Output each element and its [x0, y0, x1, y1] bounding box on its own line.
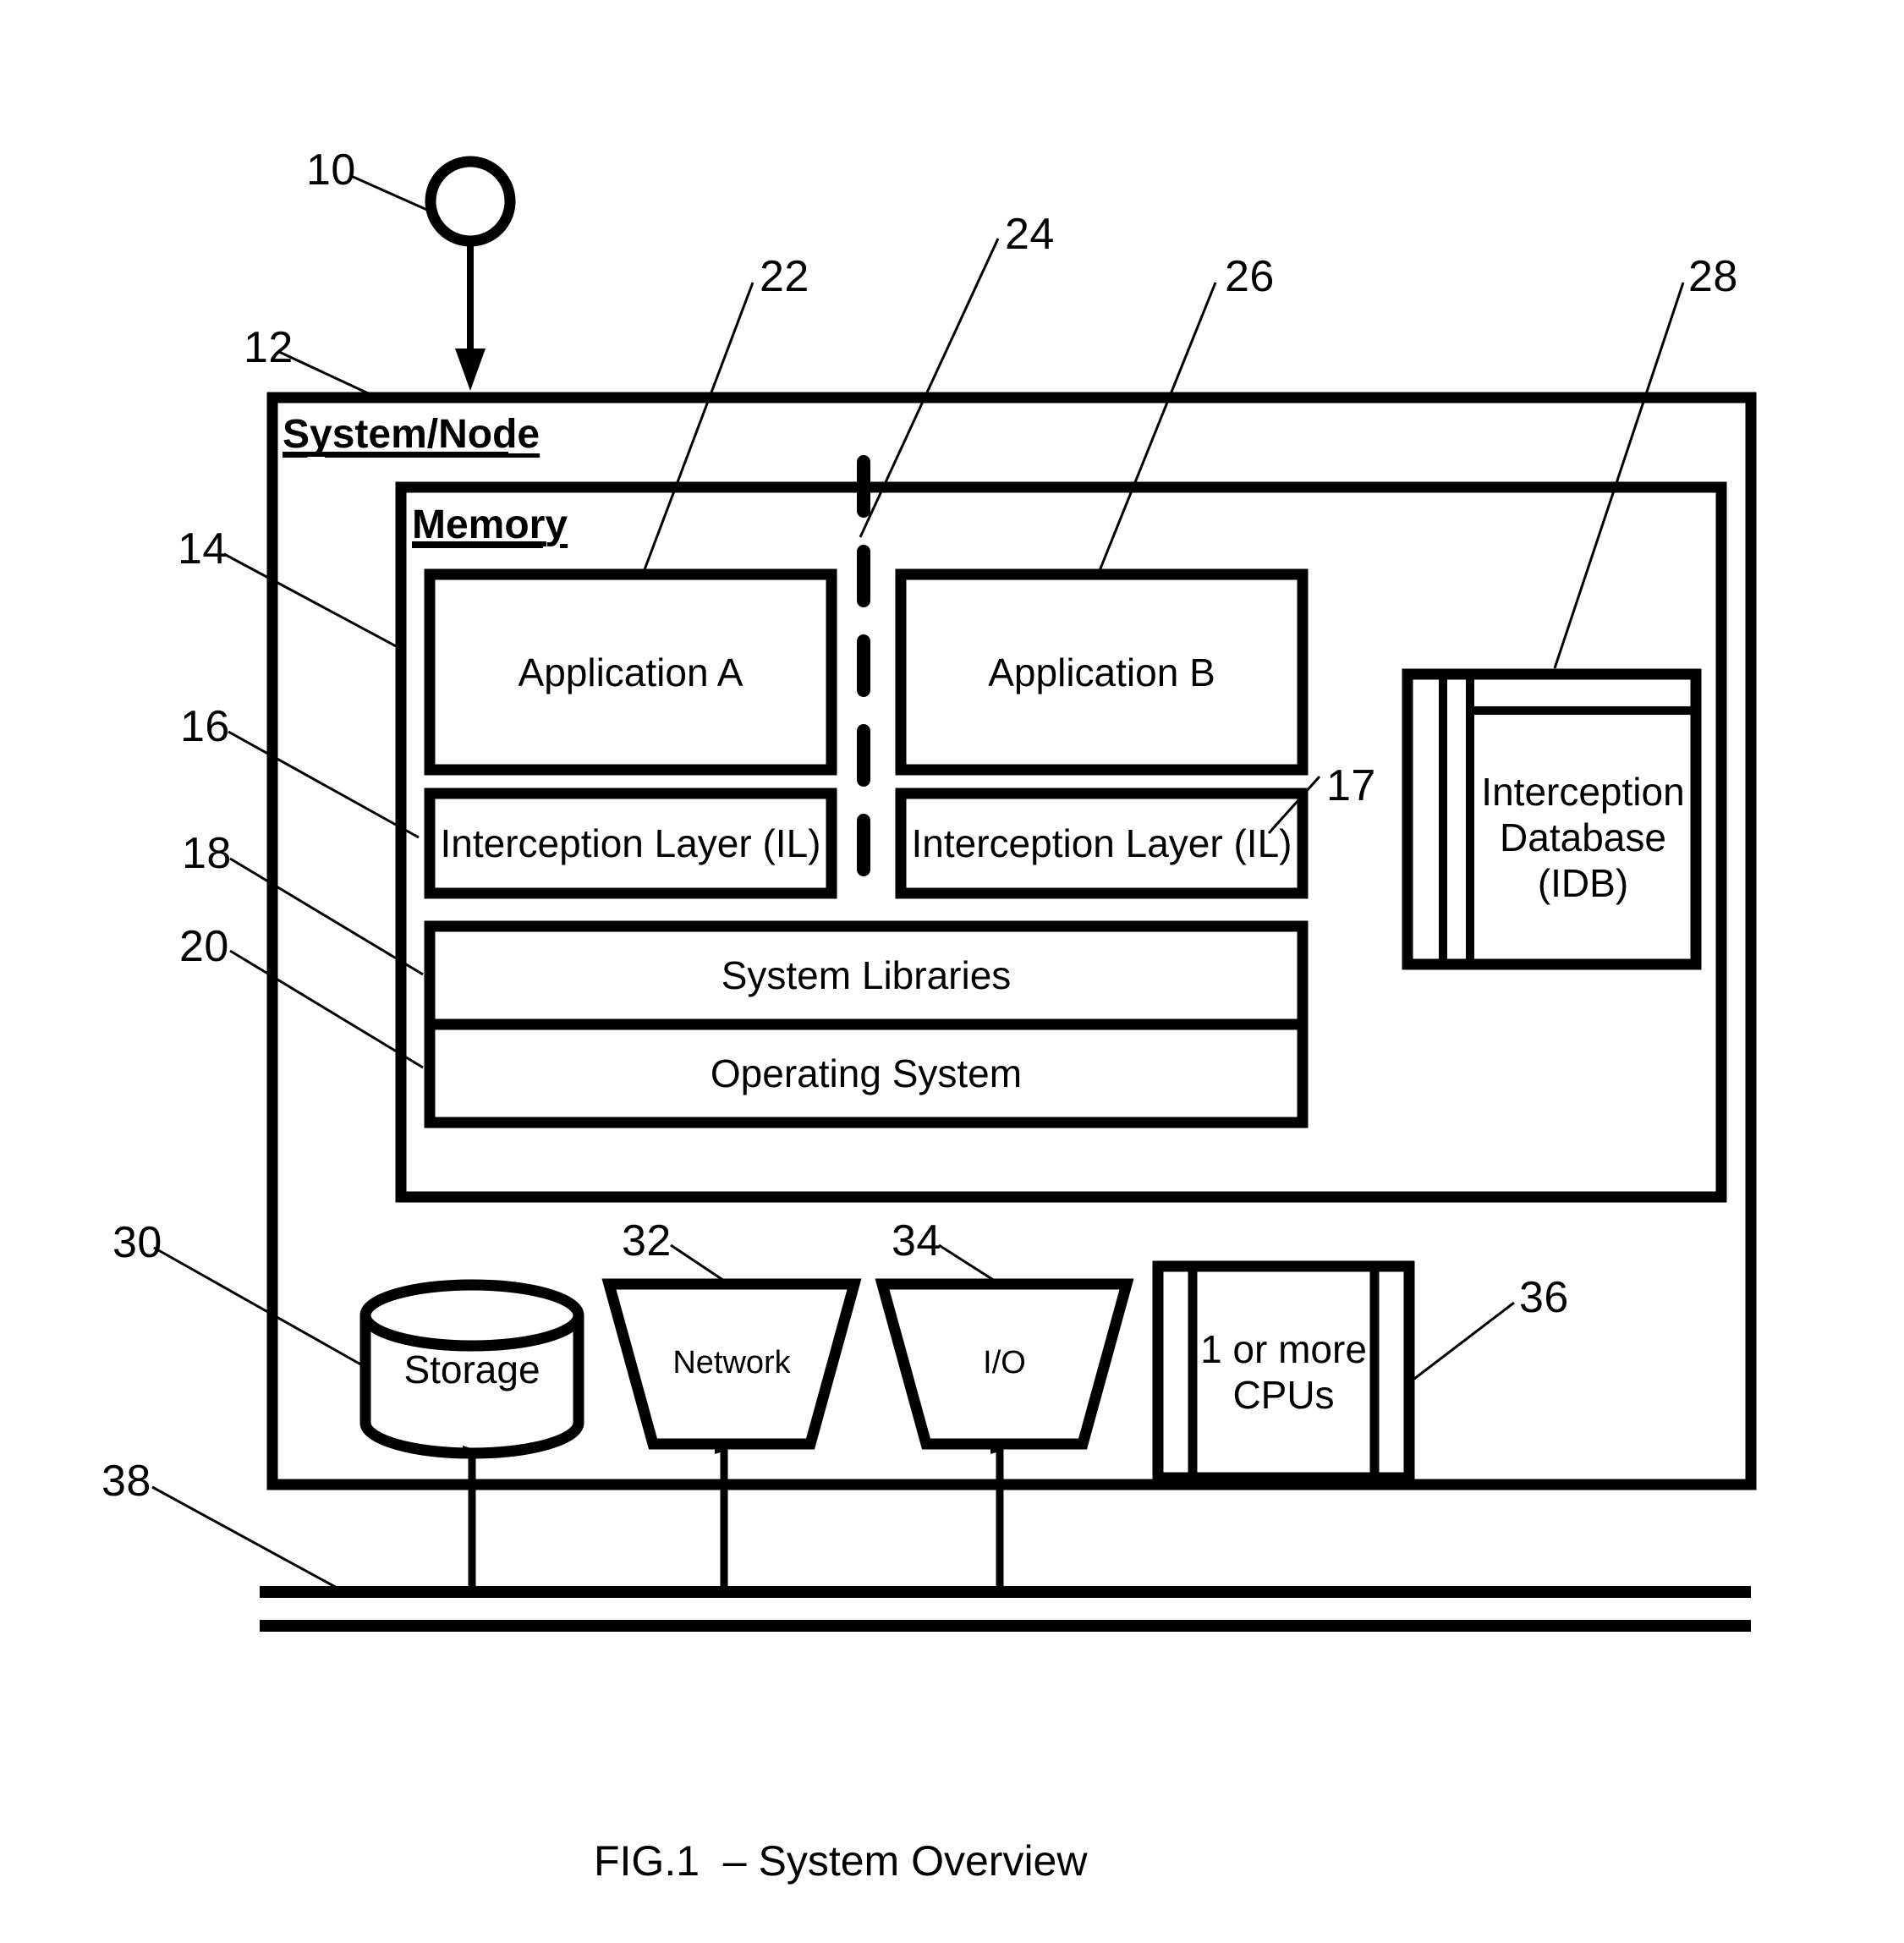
- memory-title: Memory: [412, 502, 568, 547]
- leader-line-32: [670, 1243, 730, 1286]
- leader-line-18: [229, 857, 424, 976]
- ref-number-26: 26: [1225, 252, 1275, 301]
- application-a-label: Application A: [518, 650, 743, 694]
- network-label: Network: [672, 1344, 791, 1380]
- entry-marker-circle: [425, 156, 516, 391]
- ref-number-18: 18: [182, 829, 232, 878]
- ref-number-14: 14: [178, 524, 228, 574]
- ref-number-17: 17: [1326, 761, 1376, 810]
- leader-line-20: [229, 949, 424, 1069]
- leader-line-12: [278, 350, 378, 399]
- ref-number-30: 30: [112, 1218, 162, 1267]
- leader-line-28: [1553, 282, 1685, 669]
- ref-number-16: 16: [180, 702, 230, 751]
- bus-lines: [260, 1586, 1751, 1632]
- interception-database-label: Interception Database (IDB): [1470, 711, 1696, 964]
- leader-line-22: [639, 282, 754, 579]
- ref-number-22: 22: [760, 252, 809, 301]
- leader-line-14: [223, 552, 400, 650]
- idb-label-line-3: (IDB): [1537, 861, 1629, 905]
- ref-number-38: 38: [102, 1457, 151, 1506]
- interception-layer-a-label: Interception Layer (IL): [440, 821, 821, 865]
- ref-number-36: 36: [1519, 1273, 1569, 1322]
- ref-number-12: 12: [244, 323, 294, 372]
- io-label: I/O: [983, 1344, 1026, 1380]
- application-b-label: Application B: [988, 650, 1215, 694]
- figure-root: System/Node Memory Application A Applica…: [0, 0, 1904, 1943]
- idb-label-line-2: Database: [1500, 815, 1666, 859]
- ref-number-32: 32: [622, 1216, 672, 1265]
- operating-system-label: Operating System: [710, 1051, 1023, 1095]
- system-node-title: System/Node: [283, 412, 540, 457]
- figure-caption: FIG.1 – System Overview: [594, 1837, 1088, 1885]
- leader-line-26: [1095, 282, 1217, 578]
- ref-number-28: 28: [1688, 252, 1738, 301]
- interception-layer-b-label: Interception Layer (IL): [911, 821, 1292, 865]
- system-libraries-label: System Libraries: [721, 953, 1012, 997]
- cpus-label-line-2: CPUs: [1232, 1373, 1335, 1417]
- leader-line-36: [1413, 1301, 1515, 1380]
- ref-number-10: 10: [306, 145, 356, 195]
- leader-line-16: [228, 730, 420, 839]
- leader-line-10: [350, 174, 437, 216]
- cpus-label: 1 or more CPUs: [1193, 1266, 1375, 1478]
- cpus-label-line-1: 1 or more: [1200, 1327, 1367, 1371]
- leader-line-30: [153, 1246, 365, 1368]
- leader-line-38: [151, 1485, 339, 1590]
- leader-line-34: [938, 1243, 1001, 1286]
- storage-label: Storage: [403, 1347, 540, 1391]
- ref-number-34: 34: [892, 1216, 941, 1265]
- idb-label-line-1: Interception: [1481, 770, 1685, 814]
- ref-number-24: 24: [1005, 210, 1055, 259]
- ref-number-20: 20: [179, 922, 229, 971]
